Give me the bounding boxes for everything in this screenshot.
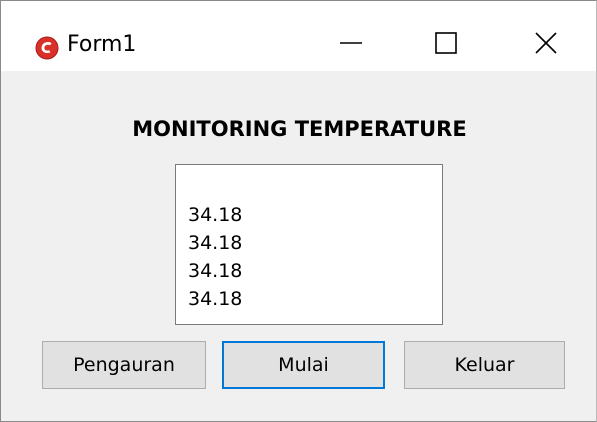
temperature-listbox[interactable]: 34.18 34.18 34.18 34.18 bbox=[175, 164, 443, 325]
title-bar[interactable]: Form1 bbox=[1, 1, 596, 71]
app-icon[interactable] bbox=[35, 36, 59, 60]
mulai-button[interactable]: Mulai bbox=[222, 341, 385, 389]
list-item[interactable]: 34.18 bbox=[188, 285, 442, 313]
list-item[interactable]: 34.18 bbox=[188, 229, 442, 257]
pengaturan-button[interactable]: Pengauran bbox=[42, 341, 206, 389]
form-window: Form1 MONITORING TEMPERATURE 34.18 34.18… bbox=[0, 0, 597, 422]
window-title: Form1 bbox=[67, 32, 137, 57]
close-button[interactable] bbox=[501, 15, 591, 71]
close-icon bbox=[535, 32, 557, 54]
keluar-button[interactable]: Keluar bbox=[404, 341, 565, 389]
list-item[interactable]: 34.18 bbox=[188, 257, 442, 285]
maximize-button[interactable] bbox=[401, 15, 491, 71]
maximize-icon bbox=[435, 32, 457, 54]
list-item[interactable]: 34.18 bbox=[188, 201, 442, 229]
minimize-button[interactable] bbox=[306, 15, 396, 71]
page-heading: MONITORING TEMPERATURE bbox=[132, 117, 467, 141]
minimize-icon bbox=[340, 42, 362, 44]
